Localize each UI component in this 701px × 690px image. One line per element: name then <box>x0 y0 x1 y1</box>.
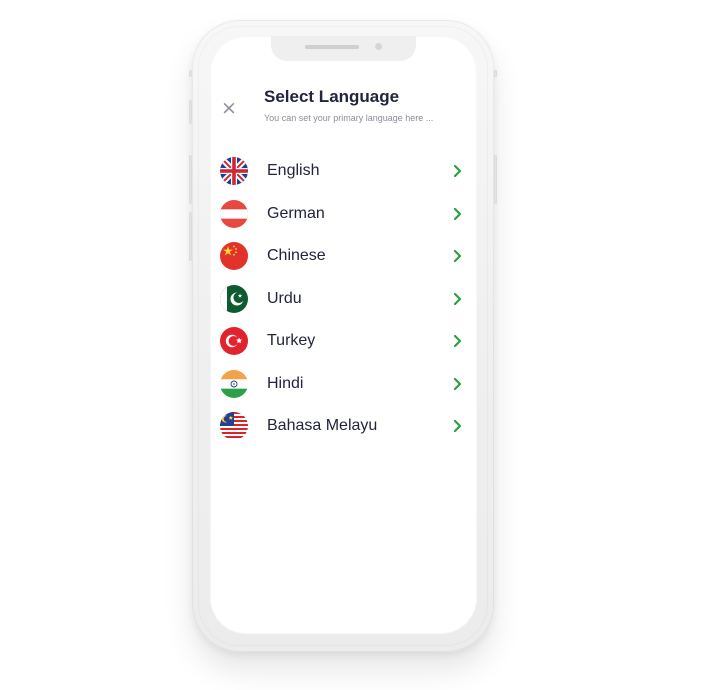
phone-screen: × Select Language You can set your prima… <box>210 36 477 634</box>
turkey-flag-icon <box>220 327 248 356</box>
language-label: German <box>267 204 325 222</box>
close-icon: × <box>221 96 237 119</box>
close-button[interactable]: × <box>219 98 239 118</box>
language-label: Hindi <box>267 374 304 392</box>
chevron-right-icon <box>451 164 465 178</box>
india-flag-icon <box>220 369 248 398</box>
chevron-right-icon <box>451 249 465 263</box>
presentation-stage: × Select Language You can set your prima… <box>0 0 701 690</box>
speaker-grille <box>305 45 359 49</box>
pakistan-flag-icon <box>220 284 248 313</box>
language-label: English <box>267 162 320 180</box>
side-button-right-power <box>494 155 497 204</box>
side-button-right-top <box>494 70 497 77</box>
china-flag-icon <box>220 242 248 271</box>
language-item-turkey[interactable]: Turkey <box>220 320 465 363</box>
chevron-right-icon <box>451 292 465 306</box>
side-button-left-top <box>189 70 192 77</box>
chevron-right-icon <box>451 377 465 391</box>
language-item-english[interactable]: English <box>220 150 465 193</box>
language-item-bahasa-melayu[interactable]: Bahasa Melayu <box>220 405 465 448</box>
language-item-urdu[interactable]: Urdu <box>220 278 465 321</box>
language-item-german[interactable]: German <box>220 193 465 236</box>
side-button-left-volume-down <box>189 155 192 204</box>
chevron-right-icon <box>451 334 465 348</box>
chevron-right-icon <box>451 207 465 221</box>
language-item-hindi[interactable]: Hindi <box>220 363 465 406</box>
malaysia-flag-icon <box>220 412 248 441</box>
language-label: Turkey <box>267 332 316 350</box>
uk-flag-icon <box>220 157 248 186</box>
language-label: Chinese <box>267 247 326 265</box>
language-label: Bahasa Melayu <box>267 417 378 435</box>
page-title: Select Language <box>264 87 400 106</box>
language-item-chinese[interactable]: Chinese <box>220 235 465 278</box>
side-button-left-volume-up <box>189 100 192 124</box>
chevron-right-icon <box>451 419 465 433</box>
side-button-left-lock <box>189 212 192 261</box>
page-subtitle: You can set your primary language here .… <box>264 113 434 123</box>
austria-flag-icon <box>220 199 248 228</box>
language-label: Urdu <box>267 289 302 307</box>
front-camera <box>375 43 382 50</box>
phone-notch <box>271 36 416 61</box>
language-list: English German Chinese Urdu Turkey Hindi… <box>220 150 465 448</box>
